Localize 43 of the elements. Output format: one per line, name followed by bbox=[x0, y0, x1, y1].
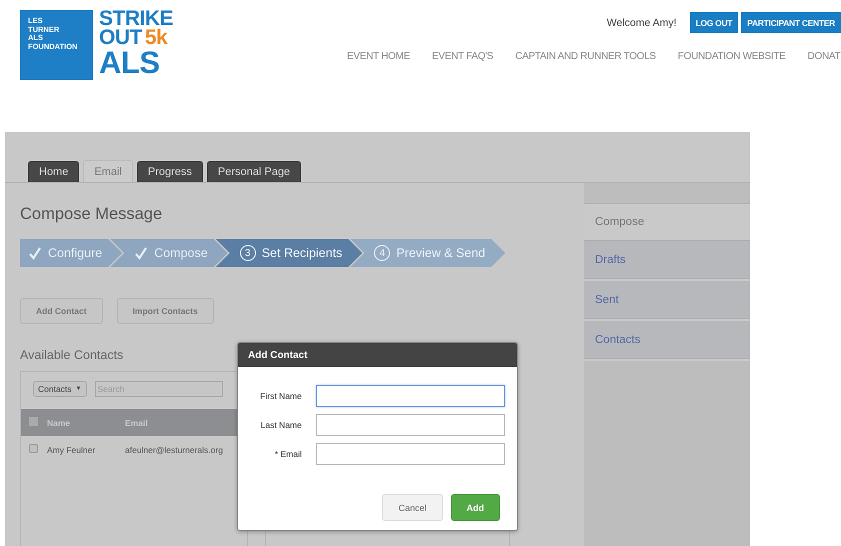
step-label: Preview & Send bbox=[396, 246, 486, 260]
nav-link[interactable]: EVENT HOME bbox=[347, 51, 410, 62]
tab[interactable]: Personal Page bbox=[206, 161, 302, 182]
input-field[interactable] bbox=[316, 443, 505, 465]
page-title: Compose Message bbox=[20, 205, 164, 224]
dialog-title: Add Contact bbox=[238, 343, 517, 367]
column-header: Email bbox=[125, 418, 149, 428]
dialog-button[interactable]: Cancel bbox=[382, 494, 442, 521]
step-label: Compose bbox=[154, 246, 208, 260]
checkmark-icon bbox=[28, 246, 42, 260]
sidebar-item[interactable]: Drafts bbox=[584, 241, 750, 279]
account-button[interactable]: LOG OUT bbox=[690, 12, 738, 33]
tab[interactable]: Progress bbox=[136, 161, 203, 182]
account-button[interactable]: PARTICIPANT CENTER bbox=[741, 12, 841, 33]
table-cell-text: afeulner@lesturnerals.org bbox=[125, 444, 224, 454]
event-logo: STRIKE OUT5k ALS bbox=[99, 9, 174, 82]
sidebar-item[interactable]: Sent bbox=[584, 281, 750, 319]
nav-link[interactable]: FOUNDATION WEBSITE bbox=[678, 51, 786, 62]
sidebar-item[interactable]: Contacts bbox=[584, 321, 750, 359]
nav-link[interactable]: DONAT bbox=[808, 51, 840, 62]
dialog-button[interactable]: Add bbox=[450, 494, 500, 521]
tab[interactable]: Home bbox=[28, 161, 80, 182]
action-button[interactable]: Import Contacts bbox=[116, 298, 214, 324]
nav-link[interactable]: EVENT FAQ'S bbox=[432, 51, 494, 62]
nav-link[interactable]: CAPTAIN AND RUNNER TOOLS bbox=[515, 51, 656, 62]
field-label: * Email bbox=[274, 449, 303, 459]
column-header: Name bbox=[47, 418, 72, 428]
step-label: Configure bbox=[48, 246, 102, 260]
action-button[interactable]: Add Contact bbox=[20, 298, 103, 324]
input-field[interactable] bbox=[316, 385, 505, 407]
checkmark-icon bbox=[134, 246, 148, 260]
table-cell-text: Amy Feulner bbox=[47, 444, 96, 454]
tab[interactable]: Email bbox=[83, 160, 133, 182]
field-label: Last Name bbox=[260, 420, 303, 430]
select-all-checkbox[interactable] bbox=[29, 417, 38, 426]
field-label: First Name bbox=[259, 391, 303, 401]
step-number: 4 bbox=[374, 245, 390, 261]
input-field[interactable] bbox=[316, 414, 505, 436]
row-checkbox[interactable] bbox=[29, 444, 38, 453]
section-heading: Available Contacts bbox=[20, 348, 124, 362]
welcome-text: Welcome Amy! bbox=[606, 16, 677, 28]
step-number: 3 bbox=[240, 245, 256, 261]
step-label: Set Recipients bbox=[262, 246, 342, 260]
